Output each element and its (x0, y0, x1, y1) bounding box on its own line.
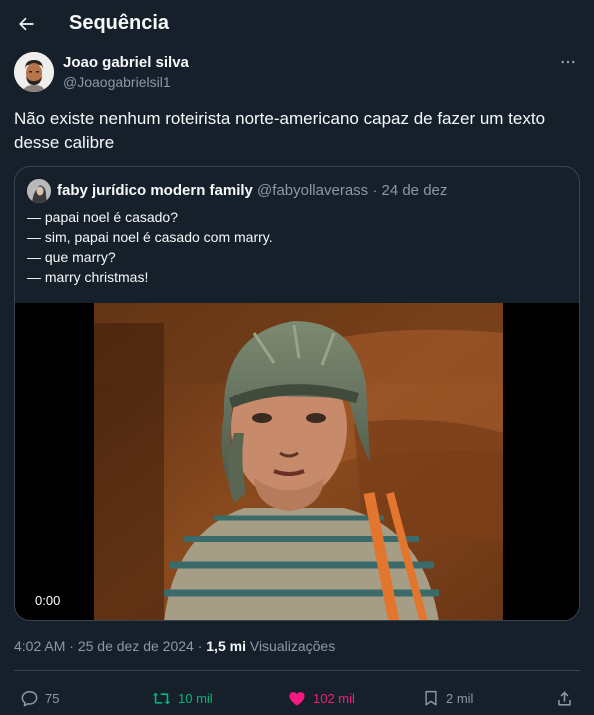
author-handle[interactable]: @Joaogabrielsil1 (63, 74, 171, 90)
quote-line: — marry christmas! (27, 269, 149, 285)
reply-icon (21, 690, 38, 706)
reply-button[interactable]: 75 (20, 686, 59, 710)
header-bar: Sequência (0, 0, 594, 48)
quote-author-avatar[interactable] (27, 179, 51, 203)
arrow-left-icon (19, 17, 34, 31)
author-name[interactable]: Joao gabriel silva (63, 54, 189, 71)
quote-author-name[interactable]: faby jurídico modern family (57, 182, 253, 199)
bookmark-button[interactable]: 2 mil (422, 686, 473, 710)
bookmark-icon (425, 690, 437, 706)
action-bar: 75 10 mil 102 mil 2 mil (0, 682, 594, 714)
avatar-illustration (14, 52, 54, 92)
quote-line: — papai noel é casado? (27, 209, 178, 225)
more-options-button[interactable] (556, 52, 580, 72)
more-horizontal-icon (561, 60, 575, 64)
author-avatar[interactable] (14, 52, 54, 92)
quote-line: — que marry? (27, 249, 116, 265)
video-frame (94, 303, 503, 620)
views-count: 1,5 mi (206, 638, 246, 654)
video-still-image (94, 303, 503, 620)
like-count: 102 mil (313, 690, 355, 706)
heart-filled-icon (289, 691, 305, 706)
quoted-tweet[interactable]: faby jurídico modern family @fabyollaver… (14, 166, 580, 621)
share-button[interactable] (555, 686, 574, 710)
quote-text: — papai noel é casado? — sim, papai noel… (27, 207, 567, 287)
tweet-date[interactable]: · 25 de dez de 2024 · (69, 638, 202, 654)
quote-header: faby jurídico modern family @fabyollaver… (57, 182, 447, 199)
views-label: Visualizações (249, 638, 336, 654)
avatar-photo (27, 179, 51, 203)
tweet-meta: 4:02 AM · 25 de dez de 2024 · 1,5 mi Vis… (14, 638, 335, 654)
repost-count: 10 mil (178, 690, 213, 706)
page-title: Sequência (69, 12, 170, 34)
bookmark-count: 2 mil (446, 690, 474, 706)
divider (14, 670, 580, 671)
video-player[interactable]: 0:00 (15, 303, 579, 620)
quote-author-handle[interactable]: @fabyollaverass (257, 182, 368, 199)
reply-count: 75 (45, 690, 60, 706)
video-timecode: 0:00 (35, 593, 61, 608)
repost-button[interactable]: 10 mil (151, 686, 213, 710)
share-upload-icon (558, 690, 571, 706)
quote-date[interactable]: · 24 de dez (372, 182, 447, 199)
tweet-text: Não existe nenhum roteirista norte-ameri… (14, 109, 546, 152)
tweet-author: Joao gabriel silva @Joaogabrielsil1 (14, 52, 580, 94)
like-button[interactable]: 102 mil (287, 686, 355, 710)
quote-line: — sim, papai noel é casado com marry. (27, 229, 273, 245)
repost-icon (152, 692, 171, 704)
tweet-time[interactable]: 4:02 AM (14, 638, 65, 654)
back-button[interactable] (10, 8, 42, 40)
